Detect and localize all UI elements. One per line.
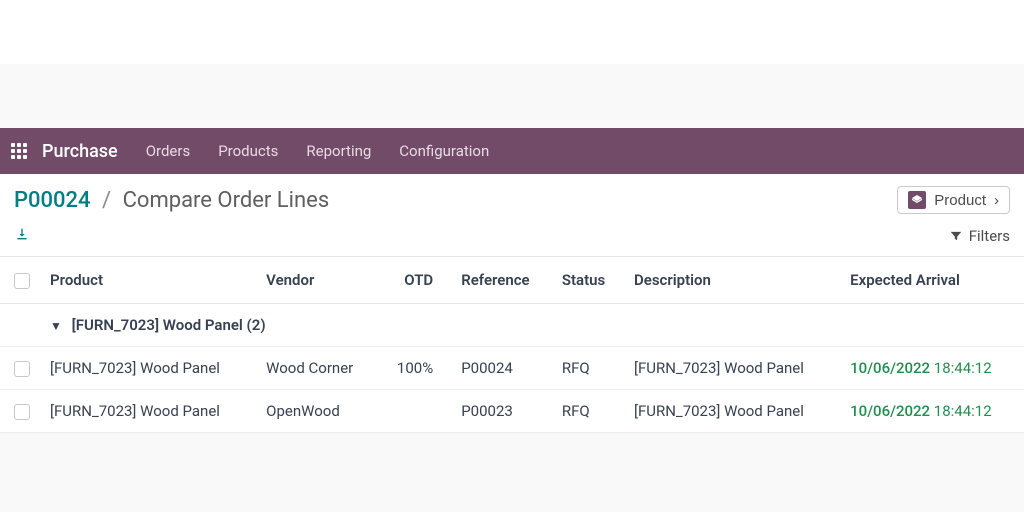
filters-button[interactable]: Filters (949, 227, 1010, 245)
filters-label: Filters (969, 227, 1010, 245)
col-expected[interactable]: Expected Arrival (840, 257, 1024, 304)
breadcrumb-current: Compare Order Lines (123, 188, 330, 213)
order-lines-table: Product Vendor OTD Reference Status Desc… (0, 257, 1024, 433)
breadcrumb-separator: / (102, 188, 111, 213)
menu-products[interactable]: Products (218, 142, 278, 160)
main-menu: Orders Products Reporting Configuration (146, 142, 490, 160)
toolbar-row: Filters (0, 220, 1024, 257)
filter-icon (949, 229, 963, 243)
cell-vendor: Wood Corner (256, 347, 378, 390)
download-icon[interactable] (14, 226, 30, 246)
col-reference[interactable]: Reference (451, 257, 552, 304)
cell-product: [FURN_7023] Wood Panel (40, 390, 256, 433)
cell-otd: 100% (378, 347, 451, 390)
row-checkbox[interactable] (14, 361, 30, 377)
group-label: [FURN_7023] Wood Panel (2) (72, 316, 266, 334)
cell-reference: P00024 (451, 347, 552, 390)
cell-vendor: OpenWood (256, 390, 378, 433)
cell-expected: 10/06/2022 18:44:12 (840, 347, 1024, 390)
col-description[interactable]: Description (624, 257, 840, 304)
breadcrumb-link[interactable]: P00024 (14, 188, 91, 213)
cell-product: [FURN_7023] Wood Panel (40, 347, 256, 390)
table-row[interactable]: [FURN_7023] Wood Panel Wood Corner 100% … (0, 347, 1024, 390)
breadcrumb: P00024 / Compare Order Lines (14, 188, 329, 213)
table-row[interactable]: [FURN_7023] Wood Panel OpenWood P00023 R… (0, 390, 1024, 433)
menu-reporting[interactable]: Reporting (306, 142, 371, 160)
table-header-row: Product Vendor OTD Reference Status Desc… (0, 257, 1024, 304)
menu-configuration[interactable]: Configuration (399, 142, 489, 160)
col-otd[interactable]: OTD (378, 257, 451, 304)
cell-otd (378, 390, 451, 433)
cell-reference: P00023 (451, 390, 552, 433)
cell-description: [FURN_7023] Wood Panel (624, 390, 840, 433)
select-all-checkbox[interactable] (14, 273, 30, 289)
breadcrumb-row: P00024 / Compare Order Lines Product › (0, 174, 1024, 220)
layers-icon (908, 191, 926, 209)
cell-status: RFQ (552, 347, 624, 390)
col-status[interactable]: Status (552, 257, 624, 304)
header-checkbox-cell (0, 257, 40, 304)
caret-down-icon: ▼ (50, 319, 62, 333)
col-vendor[interactable]: Vendor (256, 257, 378, 304)
app-name[interactable]: Purchase (42, 141, 118, 162)
col-product[interactable]: Product (40, 257, 256, 304)
top-navbar: Purchase Orders Products Reporting Confi… (0, 128, 1024, 174)
top-whitespace (0, 0, 1024, 64)
view-group-label: Product (934, 192, 986, 209)
cell-status: RFQ (552, 390, 624, 433)
apps-icon[interactable] (10, 142, 28, 160)
row-checkbox[interactable] (14, 404, 30, 420)
chevron-right-icon: › (994, 192, 999, 209)
view-group-button[interactable]: Product › (897, 186, 1010, 214)
cell-expected: 10/06/2022 18:44:12 (840, 390, 1024, 433)
group-row[interactable]: ▼ [FURN_7023] Wood Panel (2) (0, 304, 1024, 347)
menu-orders[interactable]: Orders (146, 142, 191, 160)
cell-description: [FURN_7023] Wood Panel (624, 347, 840, 390)
